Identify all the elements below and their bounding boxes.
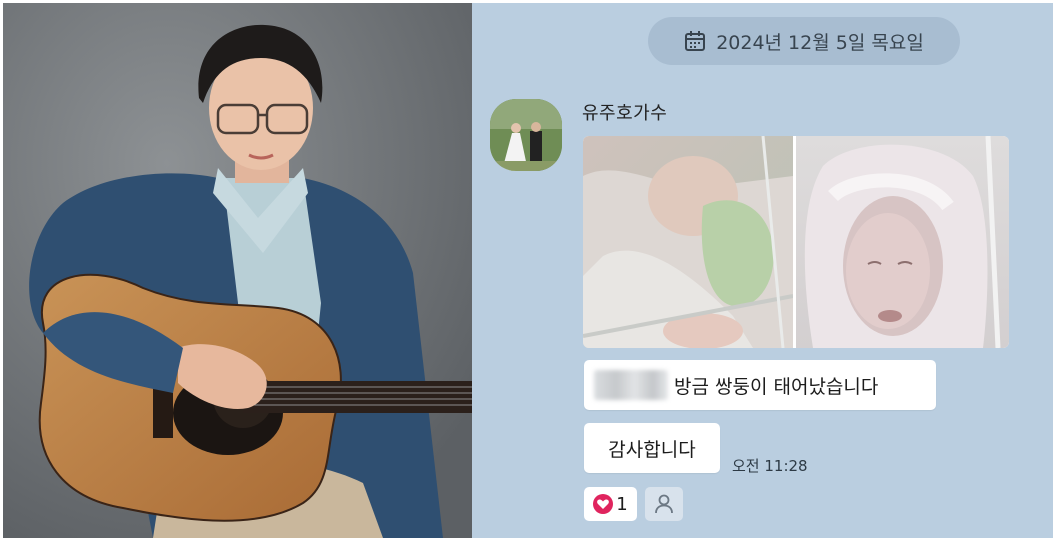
redacted-text bbox=[594, 370, 668, 400]
calendar-icon bbox=[685, 31, 706, 51]
portrait-photo bbox=[3, 3, 472, 538]
person-icon bbox=[655, 494, 673, 514]
image-attachment-grid[interactable] bbox=[583, 136, 1009, 348]
message-bubble[interactable]: 방금 쌍둥이 태어났습니다 bbox=[584, 360, 936, 410]
sender-name: 유주호가수 bbox=[582, 103, 668, 124]
message-bubble[interactable]: 감사합니다 bbox=[584, 423, 720, 473]
heart-icon bbox=[593, 494, 614, 514]
message-text: 방금 쌍둥이 태어났습니다 bbox=[674, 375, 879, 398]
reaction-count: 1 bbox=[616, 493, 628, 515]
avatar[interactable] bbox=[490, 99, 562, 171]
newborn-photos bbox=[583, 136, 1009, 348]
heart-reaction-button[interactable]: 1 bbox=[584, 487, 637, 521]
chat-room: 2024년 12월 5일 목요일 유주호가수 방금 쌍둥이 태어났습니다 감사합… bbox=[472, 3, 1053, 538]
message-text: 감사합니다 bbox=[608, 438, 696, 461]
date-divider: 2024년 12월 5일 목요일 bbox=[648, 17, 960, 65]
add-reaction-button[interactable] bbox=[645, 487, 683, 521]
message-time: 오전 11:28 bbox=[732, 457, 808, 475]
date-label: 2024년 12월 5일 목요일 bbox=[716, 31, 924, 54]
